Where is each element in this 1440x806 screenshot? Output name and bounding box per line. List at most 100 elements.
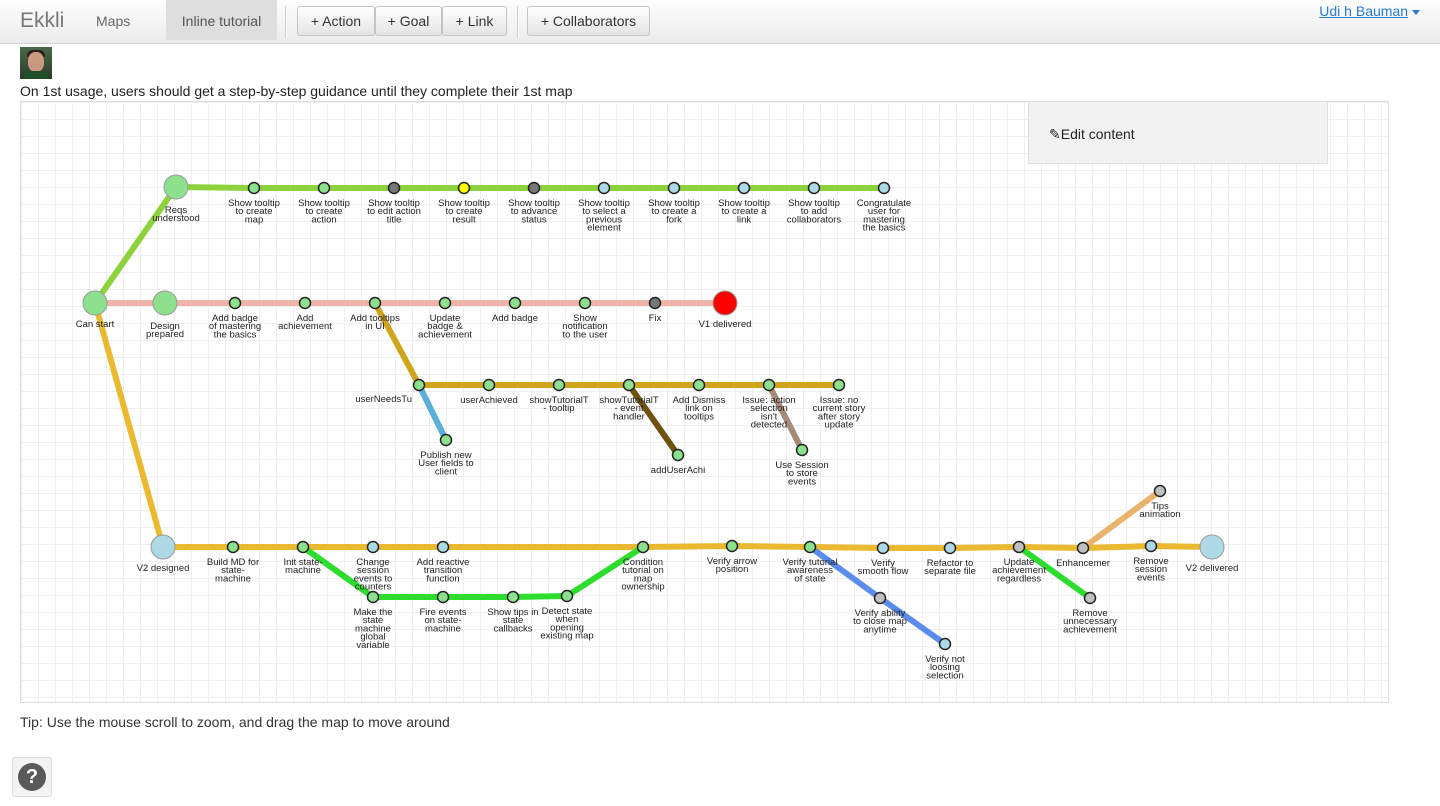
node-circle[interactable] (527, 181, 541, 195)
node-circle[interactable] (296, 540, 310, 554)
node-circle[interactable] (482, 378, 496, 392)
node-label: Enhancemer (1056, 558, 1110, 569)
map-node-design-prepared[interactable]: Design prepared (146, 290, 184, 340)
map-node-remove-unnecessary[interactable]: Remove unnecessary achievement (1063, 591, 1117, 636)
node-circle[interactable] (1012, 540, 1026, 554)
node-circle[interactable] (692, 378, 706, 392)
node-circle[interactable] (82, 290, 108, 316)
node-circle[interactable] (622, 378, 636, 392)
node-label: Verify tutorial awareness of state (783, 557, 838, 584)
map-node-add-user-achi[interactable]: addUserAchi (651, 448, 705, 477)
node-label: Congratulate user for mastering the basics (857, 198, 911, 234)
node-label: Show tips in state callbacks (487, 607, 538, 634)
node-circle[interactable] (1199, 534, 1225, 560)
node-circle[interactable] (1153, 484, 1167, 498)
node-circle[interactable] (412, 378, 426, 392)
node-label: Add Dismiss link on tooltips (673, 395, 726, 422)
node-circle[interactable] (298, 296, 312, 310)
map-node-state-global[interactable]: Make the state machine global variable (353, 590, 393, 651)
node-label: Show tooltip to add collaborators (787, 198, 842, 225)
node-label: Update badge & achievement (418, 313, 472, 340)
map-node-v1-delivered[interactable]: V1 delivered (699, 290, 752, 330)
node-circle[interactable] (876, 541, 890, 555)
node-circle[interactable] (438, 296, 452, 310)
node-label: Add reactive transition function (417, 557, 470, 584)
node-circle[interactable] (667, 181, 681, 195)
node-circle[interactable] (150, 534, 176, 560)
node-label: V2 delivered (1186, 563, 1239, 574)
map-node-v2-designed[interactable]: V2 designed (137, 534, 190, 574)
node-label: Add achievement (278, 313, 332, 332)
node-label: Show tooltip to create a fork (648, 198, 700, 225)
node-circle[interactable] (439, 433, 453, 447)
node-circle[interactable] (1083, 591, 1097, 605)
node-circle[interactable] (795, 443, 809, 457)
map-line[interactable] (416, 382, 449, 443)
node-circle[interactable] (737, 181, 751, 195)
map-node-user-needs[interactable]: userNeedsTu (355, 378, 426, 406)
node-circle[interactable] (1144, 539, 1158, 553)
map-node-can-start[interactable]: Can start (76, 290, 115, 330)
node-label: V1 delivered (699, 319, 752, 330)
map-node-publish-fields[interactable]: Publish new User fields to client (418, 433, 474, 478)
map-node-reqs-understood[interactable]: Reqs understood (152, 174, 200, 224)
node-circle[interactable] (368, 296, 382, 310)
node-circle[interactable] (803, 540, 817, 554)
node-circle[interactable] (226, 540, 240, 554)
map-node-use-session[interactable]: Use Session to store events (775, 443, 829, 488)
edit-content-button[interactable]: ✎Edit content (1049, 126, 1135, 143)
node-label: Remove unnecessary achievement (1063, 608, 1117, 635)
node-label: Condition tutorial on map ownership (621, 557, 664, 593)
node-circle[interactable] (648, 296, 662, 310)
node-circle[interactable] (943, 541, 957, 555)
node-label: Show tooltip to select a previous element (578, 198, 630, 234)
node-circle[interactable] (552, 378, 566, 392)
node-circle[interactable] (436, 540, 450, 554)
node-circle[interactable] (228, 296, 242, 310)
node-circle[interactable] (560, 589, 574, 603)
help-button[interactable]: ? (12, 757, 52, 797)
node-circle[interactable] (1076, 541, 1090, 555)
node-circle[interactable] (163, 174, 189, 200)
node-circle[interactable] (877, 181, 891, 195)
node-circle[interactable] (762, 378, 776, 392)
node-label: Fix (649, 313, 662, 324)
node-label: Make the state machine global variable (353, 607, 392, 651)
node-circle[interactable] (725, 539, 739, 553)
node-circle[interactable] (457, 181, 471, 195)
node-circle[interactable] (873, 591, 887, 605)
edit-content-label: Edit content (1060, 126, 1135, 142)
node-circle[interactable] (366, 590, 380, 604)
node-circle[interactable] (671, 448, 685, 462)
node-label: Show tooltip to create a link (718, 198, 770, 225)
node-circle[interactable] (152, 290, 178, 316)
node-label: Remove session events (1133, 556, 1168, 583)
map-line[interactable] (92, 300, 1215, 551)
node-label: Show tooltip to edit action title (367, 198, 421, 225)
node-label: Show notification to the user (562, 313, 607, 340)
node-circle[interactable] (578, 296, 592, 310)
node-circle[interactable] (506, 590, 520, 604)
node-label: Show tooltip to create result (438, 198, 490, 225)
node-label: showTutorialT - tooltip (529, 395, 589, 414)
node-circle[interactable] (712, 290, 738, 316)
node-circle[interactable] (636, 540, 650, 554)
pencil-icon: ✎ (1049, 126, 1061, 142)
map-node-fix[interactable]: Fix (648, 296, 662, 325)
map-node-verify-loosing[interactable]: Verify not loosing selection (925, 637, 965, 682)
edit-panel: ✎Edit content (1028, 101, 1328, 164)
node-circle[interactable] (317, 181, 331, 195)
node-circle[interactable] (832, 378, 846, 392)
map-node-verify-close[interactable]: Verify ability to close map anytime (853, 591, 907, 636)
node-circle[interactable] (807, 181, 821, 195)
node-circle[interactable] (508, 296, 522, 310)
node-circle[interactable] (387, 181, 401, 195)
node-circle[interactable] (436, 590, 450, 604)
node-circle[interactable] (247, 181, 261, 195)
node-circle[interactable] (597, 181, 611, 195)
node-circle[interactable] (366, 540, 380, 554)
node-label: Issue: no current story after story update (813, 395, 866, 431)
node-circle[interactable] (938, 637, 952, 651)
map-node-v2-delivered[interactable]: V2 delivered (1186, 534, 1239, 574)
node-label: Verify arrow position (707, 556, 757, 575)
